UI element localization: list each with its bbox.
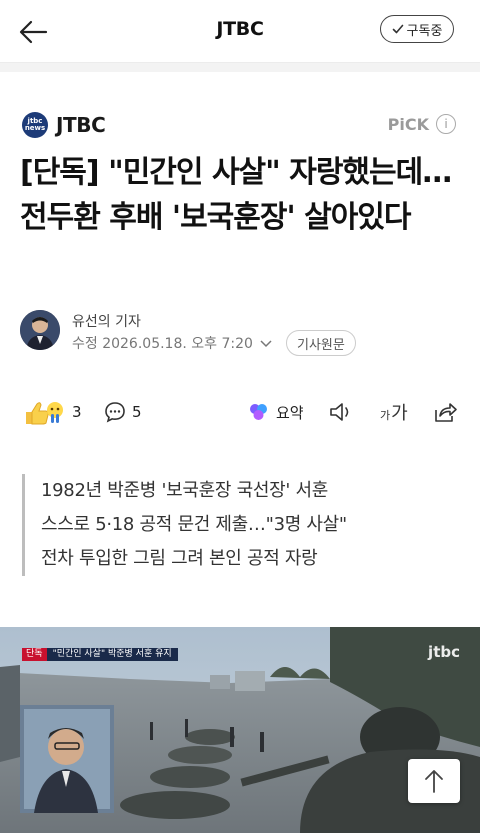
reaction-emoji-icon (26, 402, 63, 425)
summary-line: 스스로 5·18 공적 문건 제출…"3명 사살" (41, 514, 347, 535)
tts-button[interactable] (328, 394, 354, 430)
check-icon (392, 24, 403, 34)
reaction-button[interactable]: 3 (22, 394, 82, 430)
subscribe-button[interactable]: 구독중 (380, 15, 454, 43)
original-article-button[interactable]: 기사원문 (286, 330, 356, 356)
avatar-image (20, 310, 60, 350)
jtbc-watermark: jtbc (428, 643, 460, 661)
press-name: JTBC (56, 113, 106, 137)
font-size-large-label: 가 (391, 403, 408, 424)
share-icon (435, 403, 457, 422)
font-size-small-label: 가 (380, 409, 391, 422)
comment-button[interactable]: 5 (104, 394, 142, 430)
ai-summary-icon (250, 404, 267, 420)
summary-line: 1982년 박준병 '보국훈장 국선장' 서훈 (41, 480, 328, 501)
summary-button[interactable]: 요약 (248, 394, 304, 430)
summary-line: 전차 투입한 그림 그려 본인 공적 자랑 (41, 548, 318, 569)
comment-count: 5 (132, 403, 142, 421)
section-divider (0, 62, 480, 72)
reporter-avatar[interactable] (20, 310, 60, 350)
reaction-count: 3 (72, 403, 82, 421)
article-headline: [단독] "민간인 사살" 자랑했는데…전두환 후배 '보국훈장' 살아있다 (20, 155, 452, 235)
press-header[interactable]: jtbc news JTBC (22, 112, 106, 138)
article-meta[interactable]: 수정 2026.05.18. 오후 7:20 (72, 333, 273, 353)
video-caption-bar: 단독 "민간인 사살" 박준병 서훈 유지 (22, 648, 178, 661)
article-action-bar: 3 5 요약 가 가 (0, 394, 480, 430)
caption-tag: 단독 (22, 648, 47, 661)
reporter-name[interactable]: 유선의 기자 (72, 311, 141, 331)
info-icon[interactable]: i (436, 114, 456, 134)
subscribe-label: 구독중 (406, 23, 443, 39)
pick-badge: PiCK i (388, 114, 456, 134)
arrow-up-icon (425, 770, 443, 793)
back-arrow-icon (19, 20, 48, 44)
comment-icon (105, 402, 125, 423)
chevron-down-icon (260, 340, 272, 348)
speaker-icon (330, 403, 349, 421)
share-button[interactable] (432, 394, 458, 430)
top-bar: JTBC 구독중 (0, 0, 480, 62)
summary-label: 요약 (276, 403, 304, 422)
pick-label: PiCK (387, 114, 429, 134)
article-summary: 1982년 박준병 '보국훈장 국선장' 서훈 스스로 5·18 공적 문건 제… (22, 474, 442, 576)
article-image[interactable]: 단독 "민간인 사살" 박준병 서훈 유지 jtbc (0, 627, 480, 833)
back-button[interactable] (16, 14, 52, 50)
font-size-button[interactable]: 가 가 (380, 394, 408, 430)
article-timestamp: 수정 2026.05.18. 오후 7:20 (72, 336, 253, 352)
caption-text: "민간인 사살" 박준병 서훈 유지 (46, 648, 178, 661)
scroll-to-top-button[interactable] (408, 759, 460, 803)
press-logo: jtbc news (22, 112, 48, 138)
